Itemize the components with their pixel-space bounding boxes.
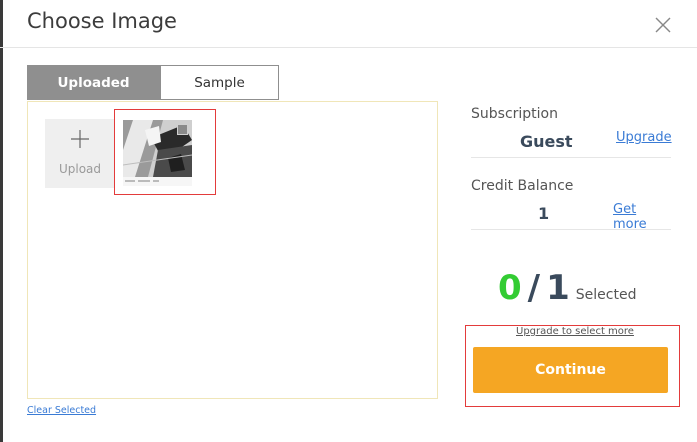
tab-sample[interactable]: Sample — [160, 65, 279, 100]
continue-button[interactable]: Continue — [473, 347, 668, 393]
divider — [471, 229, 671, 230]
dialog-title: Choose Image — [27, 9, 177, 33]
thumbnail-caption — [123, 177, 192, 186]
plus-icon — [71, 130, 89, 148]
window-edge — [0, 0, 3, 442]
counter-separator: / — [527, 268, 541, 308]
upload-tile[interactable]: Upload — [45, 119, 115, 188]
upgrade-link[interactable]: Upgrade — [616, 130, 672, 145]
tab-uploaded[interactable]: Uploaded — [27, 65, 160, 100]
selected-count: 0 — [498, 268, 522, 308]
get-more-link[interactable]: Get more — [613, 202, 671, 232]
upload-label: Upload — [58, 162, 102, 176]
close-icon[interactable] — [652, 14, 674, 36]
selected-total: 1 — [546, 268, 570, 308]
subscription-value: Guest — [520, 132, 573, 151]
image-gallery: Upload — [27, 101, 438, 399]
credit-balance-label: Credit Balance — [471, 178, 574, 194]
selection-counter: 0/1 Selected — [498, 268, 636, 308]
selected-label: Selected — [575, 287, 637, 303]
thumbnail-select-checkbox[interactable] — [177, 124, 188, 135]
image-thumbnail[interactable] — [123, 120, 192, 186]
clear-selected-link[interactable]: Clear Selected — [27, 405, 96, 416]
dialog-header: Choose Image — [0, 0, 697, 48]
credit-balance-value: 1 — [538, 204, 550, 223]
thumbnail-highlight — [114, 109, 216, 195]
subscription-label: Subscription — [471, 106, 558, 122]
divider — [471, 157, 671, 158]
